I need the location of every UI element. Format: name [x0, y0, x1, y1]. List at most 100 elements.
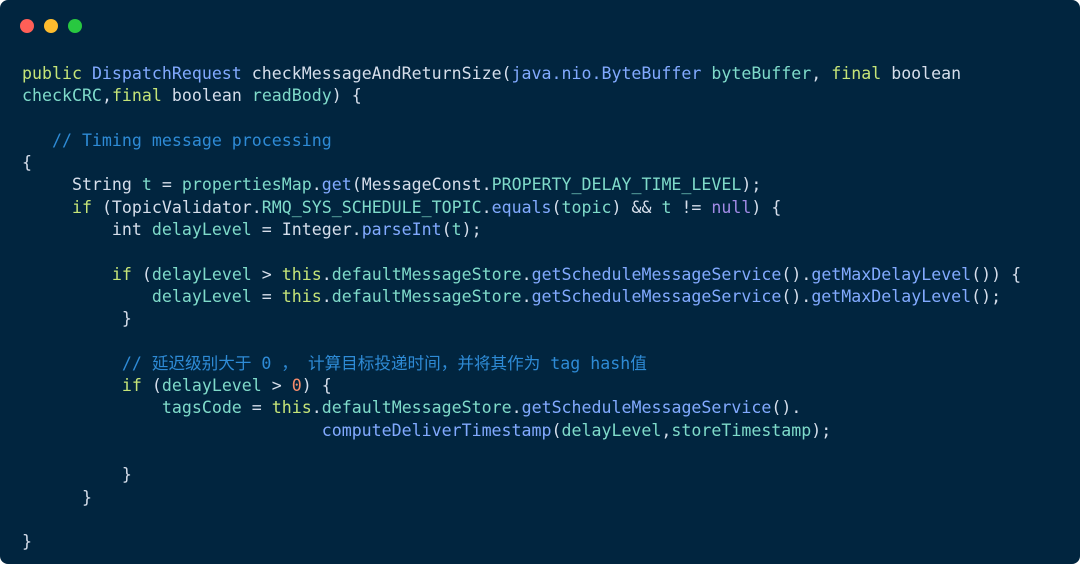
code-line: String t = propertiesMap.get(MessageCons… — [22, 174, 1062, 196]
code-token: equals — [491, 197, 552, 217]
code-token: ); — [811, 420, 832, 440]
code-token: DispatchRequest — [91, 64, 252, 83]
code-token: boolean — [891, 64, 962, 83]
code-line: } — [22, 308, 1062, 330]
code-token: ( — [551, 420, 562, 440]
code-token: = — [251, 286, 282, 306]
close-button[interactable] — [20, 19, 34, 33]
code-token: delayLevel — [151, 286, 252, 306]
code-token: defaultMessageStore — [331, 264, 522, 284]
code-token: defaultMessageStore — [331, 286, 522, 306]
code-token: getScheduleMessageService — [521, 398, 772, 418]
code-token: 0 — [291, 376, 302, 396]
code-token: . — [321, 286, 332, 306]
code-token: (). — [771, 398, 802, 418]
code-token: propertiesMap — [181, 175, 312, 195]
code-token: parseInt — [361, 220, 442, 240]
code-token: } — [22, 487, 92, 507]
code-token: ); — [741, 175, 762, 195]
minimize-button[interactable] — [44, 19, 58, 33]
code-token: if — [22, 197, 102, 217]
code-token: ) { — [331, 86, 362, 106]
code-line: // Timing message processing — [22, 130, 1062, 152]
code-line: public DispatchRequest checkMessageAndRe… — [22, 63, 1062, 85]
code-line: delayLevel = this.defaultMessageStore.ge… — [22, 286, 1062, 308]
code-token: ( — [441, 220, 452, 240]
code-line: tagsCode = this.defaultMessageStore.getS… — [22, 397, 1062, 419]
code-token: ( — [141, 264, 152, 284]
code-token: (). — [781, 264, 812, 284]
code-token: . — [481, 197, 492, 217]
code-token: { — [22, 153, 32, 173]
code-line: if (delayLevel > this.defaultMessageStor… — [22, 264, 1062, 286]
code-line: } — [22, 531, 1062, 553]
code-token: defaultMessageStore — [321, 398, 512, 418]
code-line: // 延迟级别大于 0 ， 计算目标投递时间，并将其作为 tag hash值 — [22, 353, 1062, 375]
code-token: public — [22, 64, 92, 83]
code-token: getScheduleMessageService — [531, 286, 782, 306]
code-token: = — [151, 175, 182, 195]
code-token: > — [261, 376, 292, 396]
code-token: } — [22, 309, 132, 329]
code-line: } — [22, 487, 1062, 509]
code-token: != — [671, 197, 712, 217]
code-token: if — [22, 264, 142, 284]
code-token: (MessageConst. — [351, 175, 492, 195]
zoom-button[interactable] — [68, 19, 82, 33]
code-token: computeDeliverTimestamp — [321, 420, 552, 440]
code-token: get — [321, 175, 352, 195]
window-titlebar — [0, 0, 1080, 54]
code-token: , — [101, 86, 112, 106]
code-token: int — [22, 220, 152, 240]
code-token: . — [511, 398, 522, 418]
code-line: computeDeliverTimestamp(delayLevel,store… — [22, 420, 1062, 442]
code-token: ( — [551, 197, 562, 217]
code-token: ) { — [301, 376, 332, 396]
code-token: (TopicValidator. — [101, 197, 262, 217]
code-token: t — [141, 175, 152, 195]
code-token: = — [241, 398, 272, 418]
code-token: delayLevel — [561, 420, 662, 440]
code-token: (); — [971, 286, 1002, 306]
code-token: RMQ_SYS_SCHEDULE_TOPIC — [261, 197, 482, 217]
code-token: . — [521, 286, 532, 306]
code-token: . — [311, 175, 322, 195]
code-token: byteBuffer — [711, 64, 812, 83]
code-token: this — [271, 398, 312, 418]
code-token: ) { — [751, 197, 782, 217]
code-token: ( — [151, 376, 162, 396]
code-token: getMaxDelayLevel — [811, 286, 972, 306]
code-token: topic — [561, 197, 612, 217]
code-token: delayLevel — [151, 264, 252, 284]
code-token: tagsCode — [161, 398, 242, 418]
code-token: } — [22, 465, 132, 485]
code-token: // Timing message processing — [22, 130, 332, 150]
code-token: checkMessageAndReturnSize( — [251, 64, 512, 83]
code-token: delayLevel — [151, 220, 252, 240]
code-token: t — [451, 220, 462, 240]
code-token: null — [711, 197, 752, 217]
code-token: delayLevel — [161, 376, 262, 396]
code-token: this — [281, 286, 322, 306]
code-token: boolean — [171, 86, 252, 106]
code-token: (). — [781, 286, 812, 306]
code-token: ) && — [611, 197, 662, 217]
code-token: checkCRC — [22, 86, 102, 106]
code-token: PROPERTY_DELAY_TIME_LEVEL — [491, 175, 742, 195]
code-token: // 延迟级别大于 0 ， 计算目标投递时间，并将其作为 tag hash值 — [22, 353, 647, 373]
code-token: . — [311, 398, 322, 418]
code-token: java.nio.ByteBuffer — [511, 64, 712, 83]
code-window: public DispatchRequest checkMessageAndRe… — [0, 0, 1080, 564]
code-token: storeTimestamp — [671, 420, 812, 440]
code-token: this — [281, 264, 322, 284]
code-token: ); — [461, 220, 482, 240]
code-token: } — [22, 532, 32, 552]
code-token: getScheduleMessageService — [531, 264, 782, 284]
code-line: checkCRC,final boolean readBody) { — [22, 85, 1062, 107]
